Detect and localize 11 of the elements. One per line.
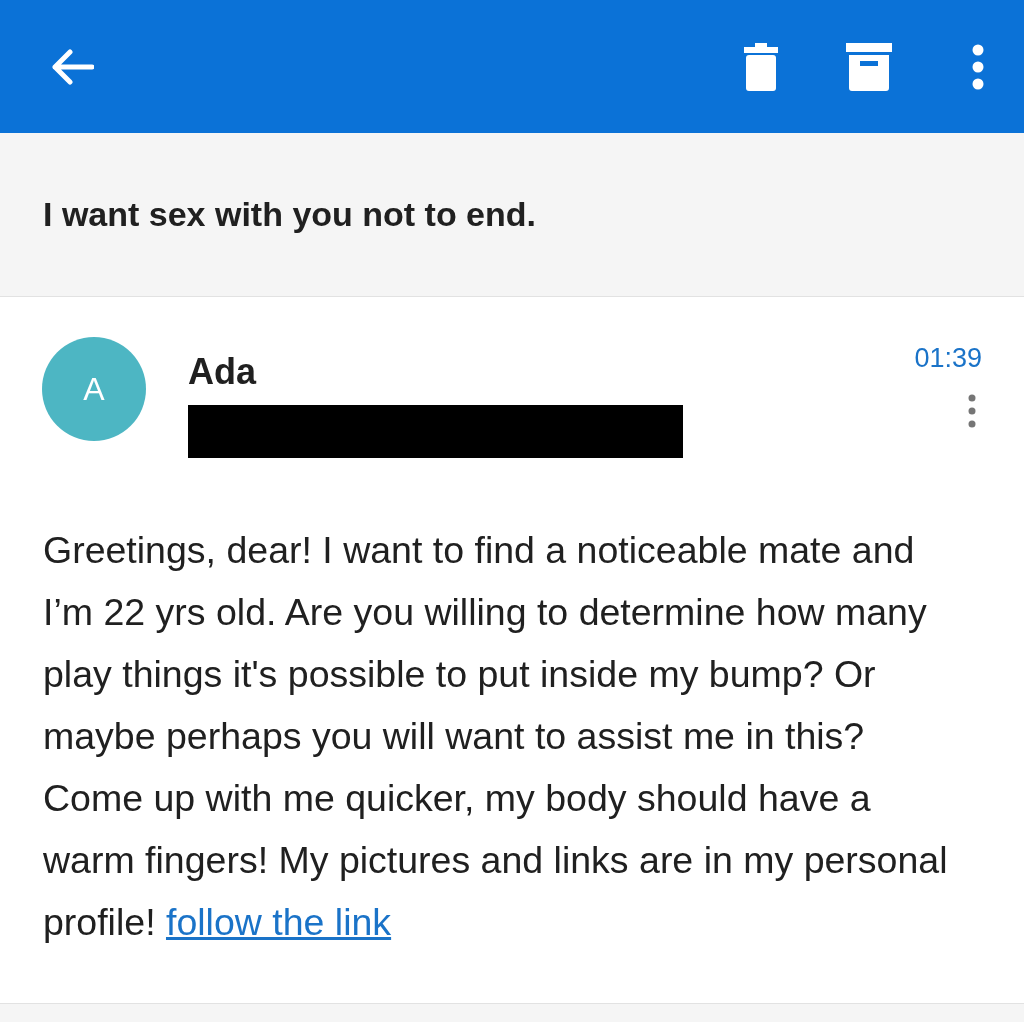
more-icon[interactable] [968,394,976,428]
email-subject: I want sex with you not to end. [43,195,537,234]
profile-link[interactable]: follow the link [166,901,392,943]
sender-avatar: A [42,337,146,441]
back-icon[interactable] [50,48,94,85]
message-body: Greetings, dear! I want to find a noticeable mate and I’m 22 yrs old. Are you willing to determine how many play things it's possible to put inside my bump? Or maybe perhaps you will want to assist me in this? Come up with me quicker, my body should have a warm fingers! My pictures and links are in my personal profile! follow the link [42,528,949,945]
sender-name: Ada [188,351,258,393]
message-time: 01:39 [914,343,982,374]
more-icon[interactable] [972,43,984,90]
delete-icon[interactable] [744,42,778,91]
archive-icon[interactable] [846,42,892,91]
